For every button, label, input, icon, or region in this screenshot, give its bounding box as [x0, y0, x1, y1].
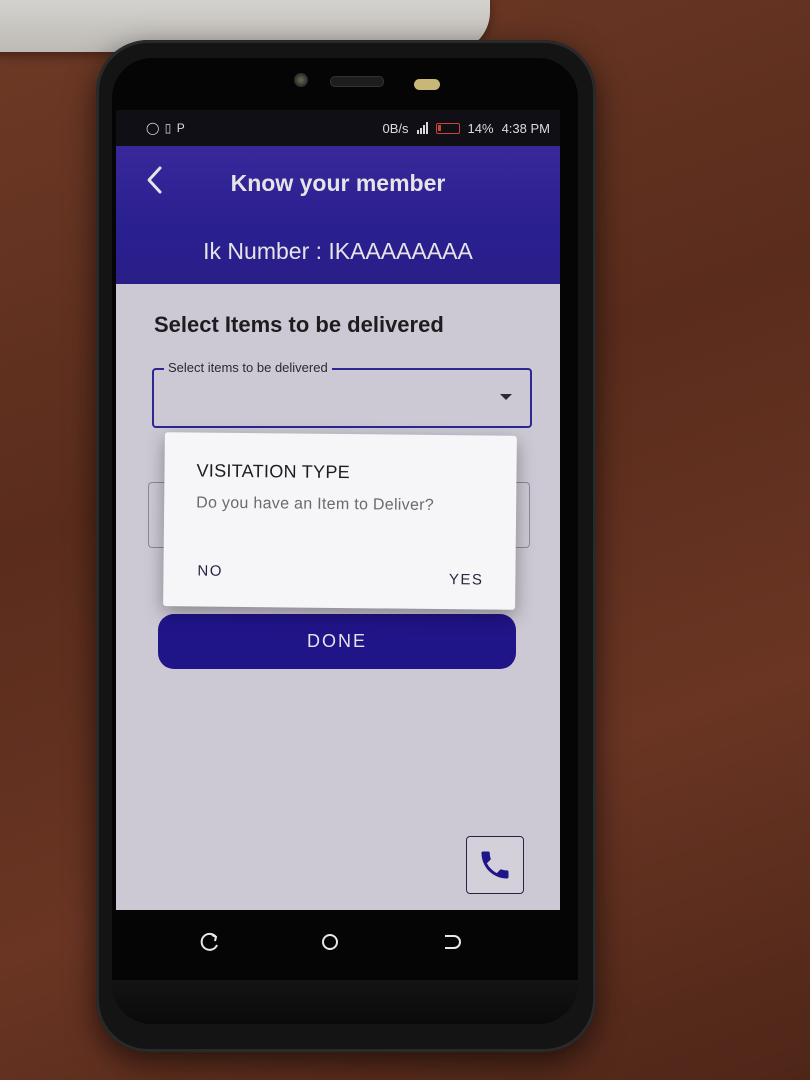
phone-chin [112, 980, 578, 1024]
visitation-type-dialog: VISITATION TYPE Do you have an Item to D… [163, 432, 517, 610]
dialog-title: VISITATION TYPE [196, 460, 351, 483]
back-nav-icon[interactable] [436, 928, 464, 956]
earpiece-speaker [330, 76, 384, 87]
front-flash [414, 79, 440, 90]
yes-button[interactable]: YES [441, 567, 492, 593]
recent-apps-icon[interactable] [196, 928, 224, 956]
no-button[interactable]: NO [189, 558, 231, 583]
front-camera [294, 73, 308, 87]
app-screen: ◯ ▯ P 0B/s 14% 4:38 PM Know your member … [116, 110, 560, 910]
dialog-message: Do you have an Item to Deliver? [196, 494, 435, 514]
system-nav-bar [116, 910, 560, 972]
home-icon[interactable] [316, 928, 344, 956]
